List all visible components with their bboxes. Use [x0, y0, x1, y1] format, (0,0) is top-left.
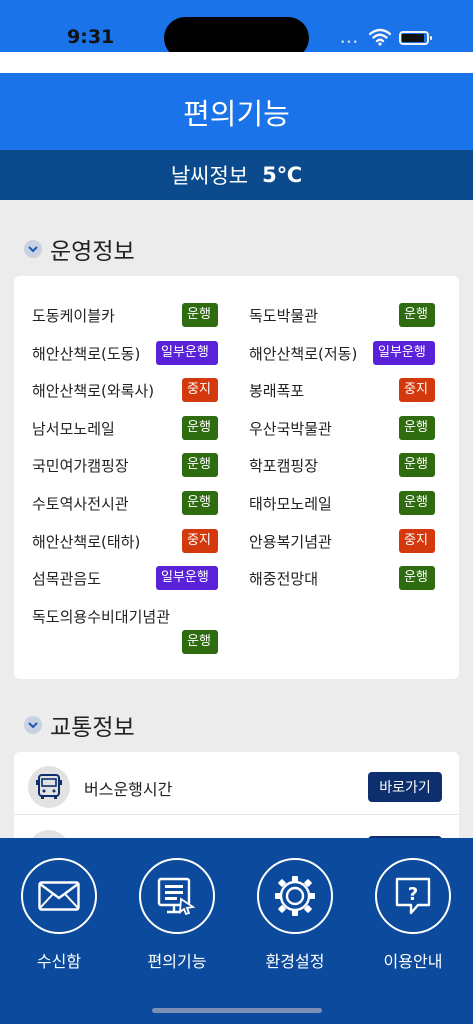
operation-item: 안용복기념관 중지 [249, 528, 435, 553]
nav-convenience[interactable]: 편의기능 [137, 858, 217, 972]
operation-name: 봉래폭포 [249, 382, 305, 401]
operation-name: 해안산책로(저동) [249, 344, 358, 363]
title-bar: 편의기능 [0, 73, 473, 150]
operation-status-badge: 일부운행 [156, 566, 218, 591]
operation-status-badge: 중지 [182, 528, 218, 553]
operation-status-badge: 중지 [399, 378, 435, 403]
operation-status-badge: 운행 [182, 415, 218, 440]
operation-item: 국민여가캠핑장 운행 [32, 453, 218, 478]
operation-item: 독도의용수비대기념관운행 [32, 604, 218, 654]
wifi-icon [369, 28, 391, 46]
operation-status-badge: 운행 [182, 629, 218, 654]
operation-name: 섬목관음도 [32, 570, 102, 589]
operation-status-badge: 일부운행 [156, 340, 218, 365]
operations-title: 운영정보 [50, 239, 135, 265]
operation-name: 해안산책로(도동) [32, 344, 141, 363]
chevron-down-icon[interactable] [24, 240, 42, 258]
operation-status-badge: 운행 [399, 453, 435, 478]
nav-label: 수신함 [36, 952, 82, 971]
traffic-row-label: 버스운행시간 [84, 780, 173, 799]
operation-name: 안용복기념관 [249, 532, 332, 551]
shortcut-button[interactable]: 바로가기 [368, 772, 442, 802]
operation-item: 학포캠핑장 운행 [249, 453, 435, 478]
operation-item: 수토역사전시관 운행 [32, 491, 218, 515]
nav-inbox[interactable]: 수신함 [19, 858, 99, 972]
monitor-icon[interactable] [139, 858, 215, 934]
operation-item: 섬목관음도 일부운행 [32, 566, 218, 591]
operation-status-badge: 중지 [182, 378, 218, 403]
page-title: 편의기능 [183, 96, 290, 131]
nav-guide[interactable]: ? 이용안내 [373, 858, 453, 972]
bottom-nav: 수신함 편의기능 환경설정 ? 이용안내 [0, 838, 473, 1024]
nav-label: 이용안내 [383, 952, 443, 971]
nav-settings[interactable]: 환경설정 [255, 858, 335, 972]
operation-status-badge: 운행 [399, 566, 435, 591]
chevron-down-icon[interactable] [24, 716, 42, 734]
traffic-header[interactable]: 교통정보 [24, 710, 135, 741]
bus-icon [28, 766, 70, 808]
operation-status-badge: 중지 [399, 528, 435, 553]
nav-label: 편의기능 [147, 952, 207, 971]
operation-status-badge: 운행 [182, 491, 218, 515]
operation-name: 태하모노레일 [249, 495, 332, 513]
operation-name: 국민여가캠핑장 [32, 457, 129, 476]
gear-icon[interactable] [257, 858, 333, 934]
operation-item: 해중전망대 운행 [249, 566, 435, 591]
operation-name: 해안산책로(태하) [32, 532, 141, 551]
operation-item: 봉래폭포 중지 [249, 378, 435, 403]
operation-name: 해중전망대 [249, 570, 319, 589]
operation-name: 도동케이블카 [32, 307, 115, 325]
operation-name: 학포캠핑장 [249, 457, 319, 476]
operation-status-badge: 운행 [182, 453, 218, 478]
operation-status-badge: 일부운행 [373, 340, 435, 365]
operation-item: 우산국박물관 운행 [249, 415, 435, 440]
operation-item: 해안산책로(도동) 일부운행 [32, 340, 218, 365]
nav-label: 환경설정 [265, 952, 325, 971]
help-bubble-icon[interactable]: ? [375, 858, 451, 934]
operation-item: 독도박물관 운행 [249, 303, 435, 327]
operation-item: 해안산책로(태하) 중지 [32, 528, 218, 553]
status-bar: 9:31 ••• [0, 0, 473, 59]
svg-text:?: ? [408, 884, 418, 905]
operation-status-badge: 운행 [399, 491, 435, 515]
row-divider [14, 814, 459, 815]
operation-item: 해안산책로(와록사) 중지 [32, 378, 218, 403]
operation-name: 남서모노레일 [32, 419, 115, 438]
operation-item: 남서모노레일 운행 [32, 415, 218, 440]
operation-status-badge: 운행 [182, 303, 218, 327]
operations-card: 도동케이블카 운행 독도박물관 운행 해안산책로(도동) 일부운행 해안산책로(저동) 일부운… [14, 276, 459, 679]
operation-name: 수토역사전시관 [32, 495, 129, 513]
envelope-icon[interactable] [21, 858, 97, 934]
battery-icon [399, 31, 432, 45]
weather-label: 날씨정보 [170, 164, 249, 188]
operation-status-badge: 운행 [399, 415, 435, 440]
weather-temp: 5℃ [262, 163, 303, 187]
header-strip [0, 52, 473, 73]
home-indicator [152, 1008, 322, 1013]
status-time: 9:31 [67, 26, 115, 48]
operation-status-badge: 운행 [399, 303, 435, 327]
weather-bar[interactable]: 날씨정보 5℃ [0, 150, 473, 200]
operation-item: 태하모노레일 운행 [249, 491, 435, 515]
traffic-title: 교통정보 [50, 715, 135, 741]
operation-name: 독도의용수비대기념관 [32, 607, 171, 626]
operation-item: 도동케이블카 운행 [32, 303, 218, 327]
cellular-signal-icon: ••• [340, 38, 359, 48]
traffic-row[interactable]: 버스운행시간 바로가기 [14, 752, 459, 812]
operation-item: 해안산책로(저동) 일부운행 [249, 340, 435, 365]
operation-name: 해안산책로(와록사) [32, 382, 155, 401]
operations-header[interactable]: 운영정보 [24, 234, 135, 265]
traffic-card: 버스운행시간 바로가기 [14, 752, 459, 842]
operation-name: 독도박물관 [249, 307, 319, 325]
operation-name: 우산국박물관 [249, 419, 332, 438]
